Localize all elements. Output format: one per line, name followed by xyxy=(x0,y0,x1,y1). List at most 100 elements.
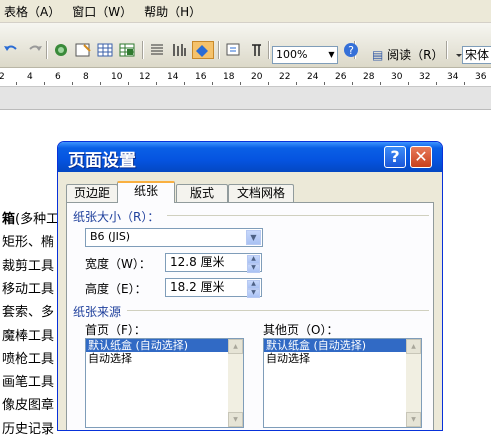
list-item[interactable]: 默认纸盒 (自动选择) xyxy=(264,339,421,352)
hyperlink-icon[interactable] xyxy=(52,41,70,59)
document-line-text: 像皮图章 xyxy=(2,398,55,414)
paper-size-select[interactable]: B6 (JIS) ▼ xyxy=(85,228,263,247)
toolbar-options-icon[interactable] xyxy=(450,41,462,59)
dialog-title: 页面设置 xyxy=(68,151,136,171)
scroll-down-icon[interactable]: ▼ xyxy=(228,412,243,427)
width-spinner[interactable]: 12.8 厘米 ▲ ▼ xyxy=(165,253,262,273)
document-map-icon[interactable] xyxy=(192,41,214,59)
ruler-tick xyxy=(184,82,185,85)
scroll-up-icon[interactable]: ▲ xyxy=(406,339,421,354)
ruler-number: 8 xyxy=(83,72,89,82)
list-item[interactable]: 自动选择 xyxy=(264,352,421,365)
ruler-tick xyxy=(240,82,241,85)
list-item[interactable]: 自动选择 xyxy=(86,352,243,365)
columns-icon[interactable] xyxy=(148,41,166,59)
document-line[interactable]: 矩形、椭 xyxy=(2,231,54,250)
read-button[interactable]: ▤ 阅读（R） xyxy=(372,46,444,64)
ruler-margin-area xyxy=(0,87,491,110)
paper-size-label: 纸张大小（R）： xyxy=(73,210,160,224)
ruler-tick xyxy=(100,82,101,85)
document-line[interactable]: 魔棒工具 xyxy=(2,325,54,344)
ruler-number: 2 xyxy=(0,72,5,82)
ruler-tick xyxy=(212,82,213,85)
document-line[interactable]: 喷枪工具 xyxy=(2,348,54,367)
height-value: 18.2 厘米 xyxy=(170,280,225,294)
tab-paper[interactable]: 纸张 xyxy=(117,181,175,203)
zoom-value: 100% xyxy=(276,48,308,61)
width-label: 宽度（W）： xyxy=(85,257,151,271)
font-value: 宋体 xyxy=(465,48,490,62)
spin-up-icon[interactable]: ▲ xyxy=(247,255,260,264)
menu-table[interactable]: 表格（A） xyxy=(0,3,68,20)
scrollbar[interactable]: ▲ ▼ xyxy=(406,339,421,427)
document-line[interactable]: 套索、多 xyxy=(2,301,54,320)
zoom-dropdown-icon[interactable]: ▼ xyxy=(326,47,337,63)
show-hide-icon[interactable] xyxy=(224,41,242,59)
horizontal-ruler[interactable]: 2 4 6 8 10 12 14 16 18 20 22 24 26 28 30 32 34 36 xyxy=(0,68,491,87)
paper-source-label: 纸张来源 xyxy=(73,305,122,319)
document-line[interactable]: 箱(多种工 xyxy=(2,208,59,227)
close-button[interactable]: ✕ xyxy=(410,146,432,168)
document-line-text: 魔棒工具 xyxy=(2,328,55,344)
help-button[interactable]: ? xyxy=(384,146,406,168)
chevron-down-icon[interactable]: ▼ xyxy=(246,230,261,245)
ruler-number: 22 xyxy=(279,72,291,82)
spin-down-icon[interactable]: ▼ xyxy=(247,289,260,298)
ruler-number: 20 xyxy=(251,72,263,82)
ruler-number: 10 xyxy=(111,72,123,82)
ruler-number: 32 xyxy=(419,72,431,82)
ruler-tick xyxy=(296,82,297,85)
scroll-down-icon[interactable]: ▼ xyxy=(406,412,421,427)
svg-text:?: ? xyxy=(348,44,354,57)
ruler-tick xyxy=(44,82,45,85)
scrollbar[interactable]: ▲ ▼ xyxy=(228,339,243,427)
tab-layout[interactable]: 版式 xyxy=(176,184,228,202)
list-item[interactable]: 默认纸盒 (自动选择) xyxy=(86,339,243,352)
redo-icon[interactable] xyxy=(26,41,44,59)
document-line-text: 矩形、椭 xyxy=(2,235,55,251)
menu-bar: 表格（A） 窗口（W） 帮助（H） xyxy=(0,0,491,23)
first-page-listbox[interactable]: 默认纸盒 (自动选择) 自动选择 ▲ ▼ xyxy=(85,338,244,428)
tab-document-grid[interactable]: 文档网格 xyxy=(228,184,294,202)
menu-window[interactable]: 窗口（W） xyxy=(68,3,140,20)
spin-down-icon[interactable]: ▼ xyxy=(247,264,260,273)
document-line[interactable]: 移动工具 xyxy=(2,278,54,297)
ruler-tick xyxy=(128,82,129,85)
ruler-tick xyxy=(352,82,353,85)
other-pages-label: 其他页（O）： xyxy=(263,323,339,337)
insert-excel-icon[interactable] xyxy=(118,41,136,59)
ruler-number: 12 xyxy=(139,72,151,82)
document-line-text: 套索、多 xyxy=(2,305,55,321)
document-line[interactable]: 像皮图章 xyxy=(2,394,54,413)
font-select[interactable]: 宋体 xyxy=(462,46,491,64)
ruler-tick xyxy=(268,82,269,85)
ruler-tick xyxy=(380,82,381,85)
tables-borders-icon[interactable] xyxy=(74,41,92,59)
document-line[interactable]: 画笔工具 xyxy=(2,371,54,390)
height-spinner[interactable]: 18.2 厘米 ▲ ▼ xyxy=(165,278,262,298)
document-line-text: (多种工 xyxy=(15,212,60,227)
scroll-up-icon[interactable]: ▲ xyxy=(228,339,243,354)
ruler-tick xyxy=(324,82,325,85)
dialog-titlebar[interactable]: 页面设置 ? ✕ xyxy=(58,142,442,172)
ruler-tick xyxy=(436,82,437,85)
other-pages-listbox[interactable]: 默认纸盒 (自动选择) 自动选择 ▲ ▼ xyxy=(263,338,422,428)
document-line-text: 喷枪工具 xyxy=(2,351,55,367)
ruler-number: 14 xyxy=(167,72,179,82)
document-line-text: 画笔工具 xyxy=(2,375,55,391)
ruler-number: 4 xyxy=(27,72,33,82)
paper-size-value: B6 (JIS) xyxy=(90,230,131,243)
height-label: 高度（E）： xyxy=(85,282,147,296)
undo-icon[interactable] xyxy=(2,41,20,59)
help-icon[interactable]: ? xyxy=(342,41,360,59)
insert-table-icon[interactable] xyxy=(96,41,114,59)
paragraph-mark-icon[interactable] xyxy=(248,41,266,59)
document-line[interactable]: 裁剪工具 xyxy=(2,255,54,274)
ruler-tick xyxy=(16,82,17,85)
document-line-text: 历史记录 xyxy=(2,421,55,437)
spin-up-icon[interactable]: ▲ xyxy=(247,280,260,289)
tab-margins[interactable]: 页边距 xyxy=(66,184,118,202)
drawing-icon[interactable] xyxy=(170,41,188,59)
document-line[interactable]: 历史记录 xyxy=(2,418,54,437)
menu-help[interactable]: 帮助（H） xyxy=(140,3,209,20)
